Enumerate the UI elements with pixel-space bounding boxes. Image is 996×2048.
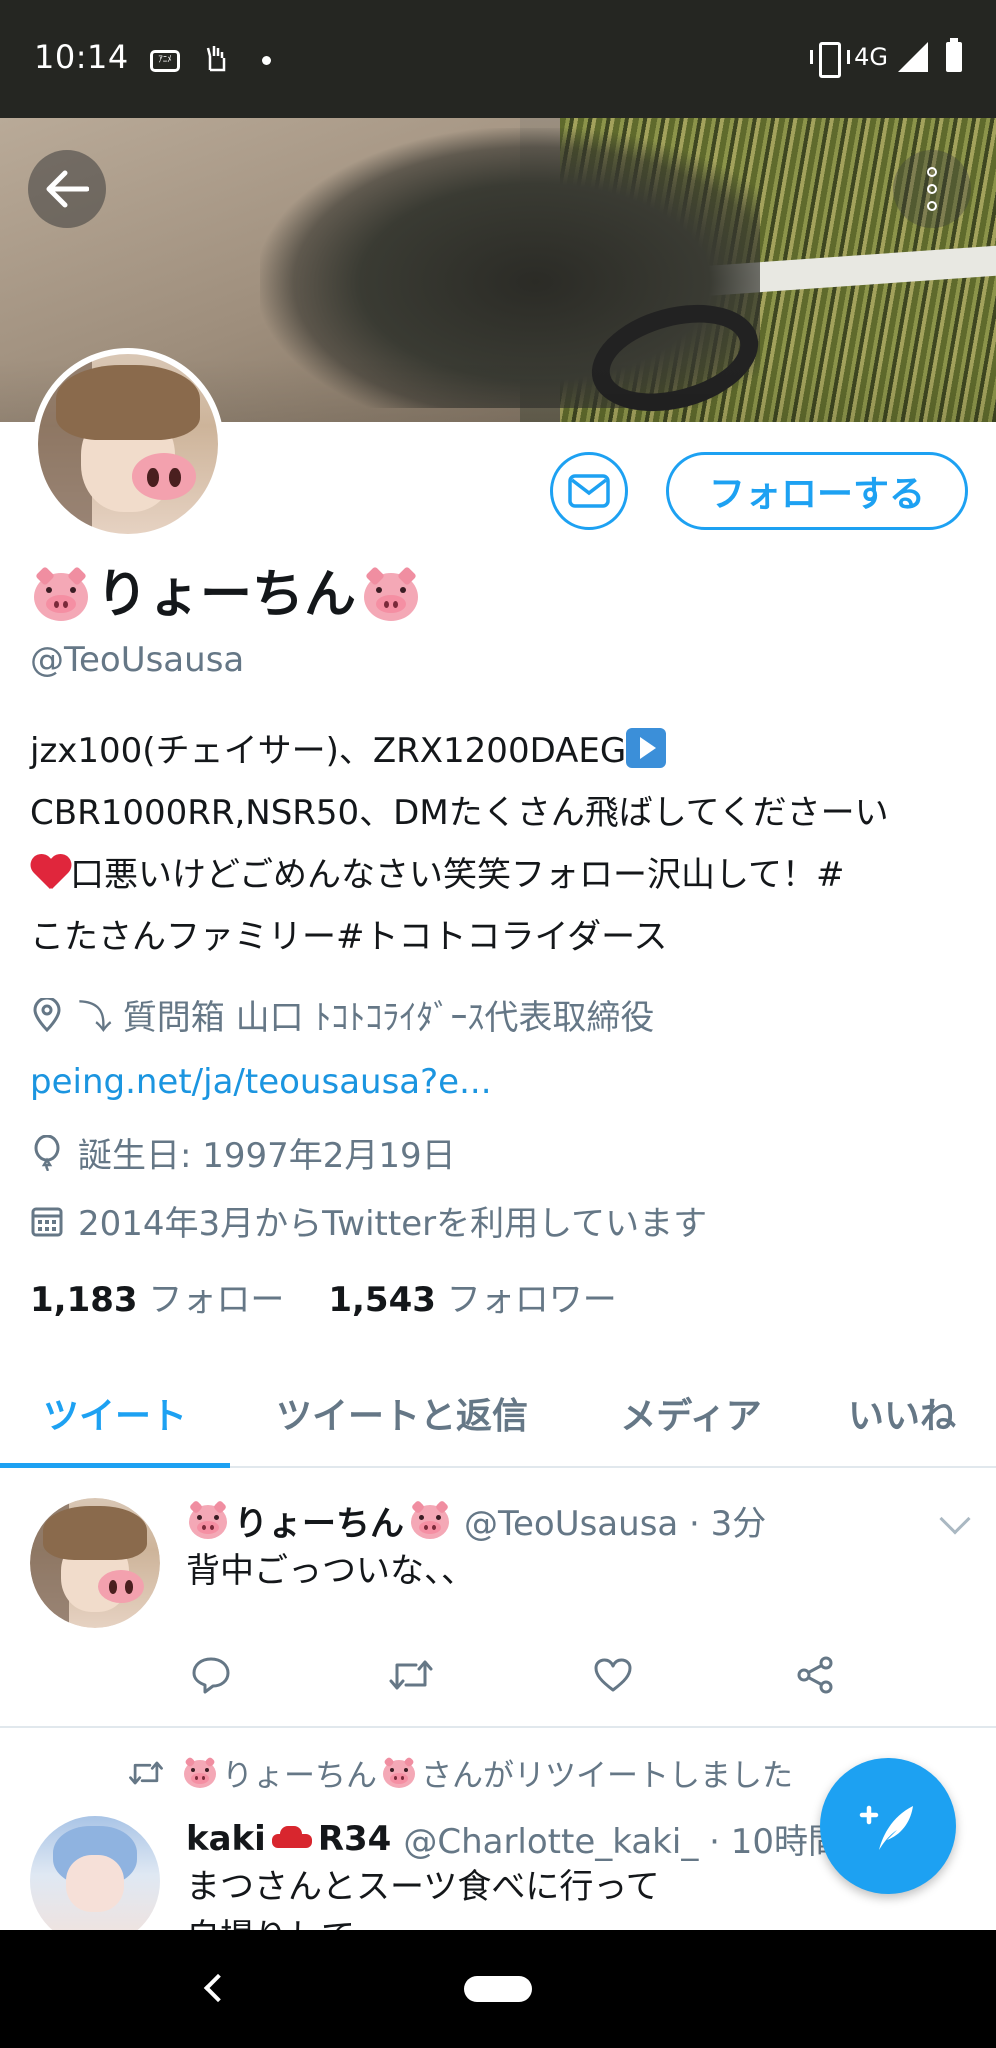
clock: 10:14: [34, 38, 129, 76]
balloon-icon: [30, 1134, 64, 1171]
tweet-author-name: kaki: [186, 1818, 266, 1859]
profile-bio: jzx100(チェイサー)、ZRX1200DAEG CBR1000RR,NSR5…: [30, 720, 970, 968]
pig-emoji-icon: [360, 566, 422, 623]
profile-link[interactable]: peing.net/ja/teousausa?e...: [30, 1062, 492, 1102]
retweet-button[interactable]: [386, 1650, 436, 1700]
profile-name-text: りょーちん: [96, 565, 357, 625]
network-label: 4G: [854, 43, 888, 71]
tweet-handle-time: @TeoUsausa · 3分: [464, 1504, 767, 1544]
profile-avatar[interactable]: [32, 348, 224, 540]
location-row: ⤵︎ 質問箱 山口 ﾄｺﾄｺﾗｲﾀﾞｰｽ代表取締役: [30, 990, 654, 1039]
red-car-emoji-icon: [270, 1824, 314, 1854]
birthday-row: 誕生日: 1997年2月19日: [30, 1128, 456, 1177]
tab-likes[interactable]: いいね: [808, 1360, 996, 1466]
hand-icon: [204, 44, 228, 77]
profile-name: りょーちん: [30, 560, 422, 630]
back-button[interactable]: [28, 150, 106, 228]
tweet-divider: [0, 1726, 996, 1728]
signal-icon: [898, 42, 928, 72]
share-button[interactable]: [790, 1650, 840, 1700]
pig-emoji-icon: [182, 1755, 218, 1789]
notification-icons: ｱﾆﾒ: [150, 44, 271, 77]
pig-emoji-icon: [186, 1499, 230, 1541]
more-vertical-icon: [927, 167, 937, 177]
location-pin-icon: [30, 997, 64, 1032]
bio-line-3: 口悪いけどごめんなさい笑笑フォロー沢山して！#: [70, 855, 845, 895]
chevron-down-icon[interactable]: [939, 1503, 971, 1535]
tab-tweets[interactable]: ツイート: [0, 1360, 230, 1468]
battery-icon: [946, 38, 962, 72]
birthday-text: 誕生日: 1997年2月19日: [78, 1136, 456, 1176]
following-label: フォロー: [148, 1280, 285, 1320]
location-text: ⤵︎ 質問箱 山口 ﾄｺﾄｺﾗｲﾀﾞｰｽ代表取締役: [78, 998, 655, 1038]
tab-media[interactable]: メディア: [574, 1360, 808, 1466]
bio-line-2: CBR1000RR,NSR50、DMたくさん飛ばしてくださーい: [30, 793, 889, 833]
retweet-context: りょーちん さんがリツイートしました: [128, 1750, 793, 1795]
message-button[interactable]: [550, 452, 628, 530]
joined-row: 2014年3月からTwitterを利用しています: [30, 1196, 707, 1245]
tab-tweets-and-replies[interactable]: ツイートと返信: [230, 1360, 574, 1466]
retweet-icon: [389, 1660, 433, 1690]
tweet-handle-time: @Charlotte_kaki_ · 10時間: [403, 1822, 843, 1862]
tweet-actions: [186, 1650, 846, 1700]
reply-button[interactable]: [186, 1650, 236, 1700]
calendar-icon: [30, 1204, 64, 1238]
compose-feather-icon: [859, 1805, 913, 1850]
red-heart-emoji-icon: [30, 855, 70, 891]
more-options-button[interactable]: [893, 150, 971, 228]
followers-count: 1,543: [328, 1280, 436, 1320]
notification-dot: [262, 56, 271, 65]
compose-tweet-button[interactable]: [820, 1758, 956, 1894]
tweet-text-line-1: まつさんとスーツ食べに行って: [186, 1867, 660, 1907]
tweet-header: kaki R34 @Charlotte_kaki_ · 10時間: [186, 1814, 842, 1863]
nav-home-pill[interactable]: [464, 1976, 532, 2002]
tweet-author-name-suffix: R34: [317, 1818, 392, 1859]
joined-text: 2014年3月からTwitterを利用しています: [78, 1204, 708, 1244]
tweet-avatar[interactable]: [30, 1498, 160, 1628]
play-button-emoji-icon: [626, 728, 667, 768]
share-icon: [797, 1656, 833, 1694]
vibrate-icon: [810, 42, 851, 78]
tweet-text: 背中ごっついな、、: [186, 1551, 475, 1591]
status-bar: 10:14 ｱﾆﾒ 4G: [0, 0, 996, 118]
follow-button[interactable]: フォローする: [666, 452, 968, 530]
envelope-icon: [568, 474, 610, 508]
pig-emoji-icon: [381, 1755, 417, 1789]
profile-handle: @TeoUsausa: [30, 640, 245, 680]
pig-emoji-icon: [30, 566, 92, 623]
heart-outline-icon: [594, 1658, 632, 1692]
retweeter-name: りょーちん: [222, 1758, 377, 1794]
tweet-header: りょーちん @TeoUsausa · 3分: [186, 1496, 766, 1545]
pig-snout-sticker: [131, 453, 197, 500]
pig-emoji-icon: [408, 1499, 452, 1541]
tweet-avatar[interactable]: [30, 1816, 160, 1946]
tweet-author-name: りょーちん: [234, 1504, 404, 1544]
retweet-icon: [129, 1761, 163, 1784]
like-button[interactable]: [588, 1650, 638, 1700]
bio-line-4: こたさんファミリー#トコトコライダース: [30, 917, 668, 957]
reply-icon: [192, 1657, 230, 1694]
nav-back-icon[interactable]: [203, 1973, 233, 2003]
following-count: 1,183: [30, 1280, 138, 1320]
follow-counts: 1,183 フォロー 1,543 フォロワー: [30, 1272, 617, 1321]
followers-link[interactable]: 1,543 フォロワー: [328, 1272, 616, 1321]
system-navigation-bar: [0, 1930, 996, 2048]
retweet-suffix: さんがリツイートしました: [421, 1758, 793, 1794]
followers-label: フォロワー: [446, 1280, 617, 1320]
app-icon: ｱﾆﾒ: [150, 49, 180, 72]
system-icons: 4G: [810, 38, 962, 78]
following-link[interactable]: 1,183 フォロー: [30, 1272, 284, 1321]
pig-snout-sticker: [97, 1569, 145, 1604]
profile-tabs: ツイート ツイートと返信 メディア いいね: [0, 1360, 996, 1468]
bio-line-1: jzx100(チェイサー)、ZRX1200DAEG: [30, 731, 627, 771]
arrow-left-icon: [46, 170, 89, 208]
